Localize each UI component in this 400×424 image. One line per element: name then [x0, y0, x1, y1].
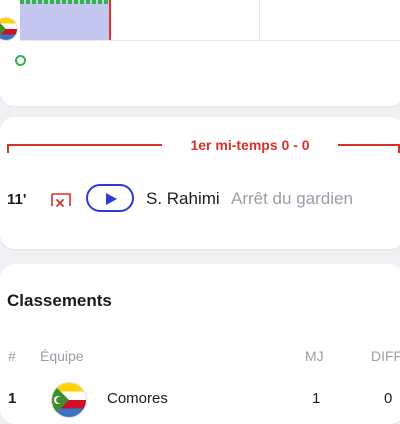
period-label: 1er mi-temps 0 - 0 — [190, 137, 310, 153]
event-row[interactable]: 11' S. Rahimi Arrêt du gardien — [0, 181, 400, 217]
row-team[interactable]: Comores — [107, 390, 168, 407]
period-separator: 1er mi-temps 0 - 0 — [0, 137, 400, 153]
event-player[interactable]: S. Rahimi — [146, 189, 220, 209]
goalkeeper-save-icon — [50, 189, 72, 211]
row-diff: 0 — [384, 390, 393, 407]
momentum-graph-card — [0, 0, 400, 106]
play-icon — [106, 193, 117, 205]
momentum-bar — [20, 0, 110, 40]
halftime-gridline — [259, 0, 260, 41]
momentum-graph — [0, 0, 400, 66]
play-video-button[interactable] — [86, 184, 134, 212]
event-minute: 11' — [7, 191, 27, 208]
row-played: 1 — [312, 390, 321, 407]
header-played: MJ — [305, 348, 324, 364]
current-minute-marker — [109, 0, 111, 41]
header-team: Équipe — [40, 348, 84, 364]
period-tick-left — [7, 145, 9, 153]
row-rank: 1 — [8, 390, 17, 407]
momentum-green-dashes — [20, 0, 110, 4]
standings-card: Classements # Équipe MJ DIFF 1 Comores 1… — [0, 264, 400, 424]
comoros-flag-icon — [0, 17, 18, 41]
event-dot[interactable] — [15, 55, 26, 66]
header-diff: DIFF — [371, 348, 400, 364]
event-action: Arrêt du gardien — [231, 189, 353, 208]
graph-axis — [20, 40, 400, 41]
table-row[interactable]: 1 Comores 1 0 — [0, 382, 400, 418]
match-events-card: 1er mi-temps 0 - 0 11' S. Rahimi Arrêt d… — [0, 117, 400, 249]
comoros-flag-icon — [51, 382, 87, 418]
standings-title: Classements — [7, 291, 112, 310]
period-line-right — [338, 144, 400, 146]
period-line-left — [7, 144, 162, 146]
header-rank: # — [8, 348, 16, 364]
